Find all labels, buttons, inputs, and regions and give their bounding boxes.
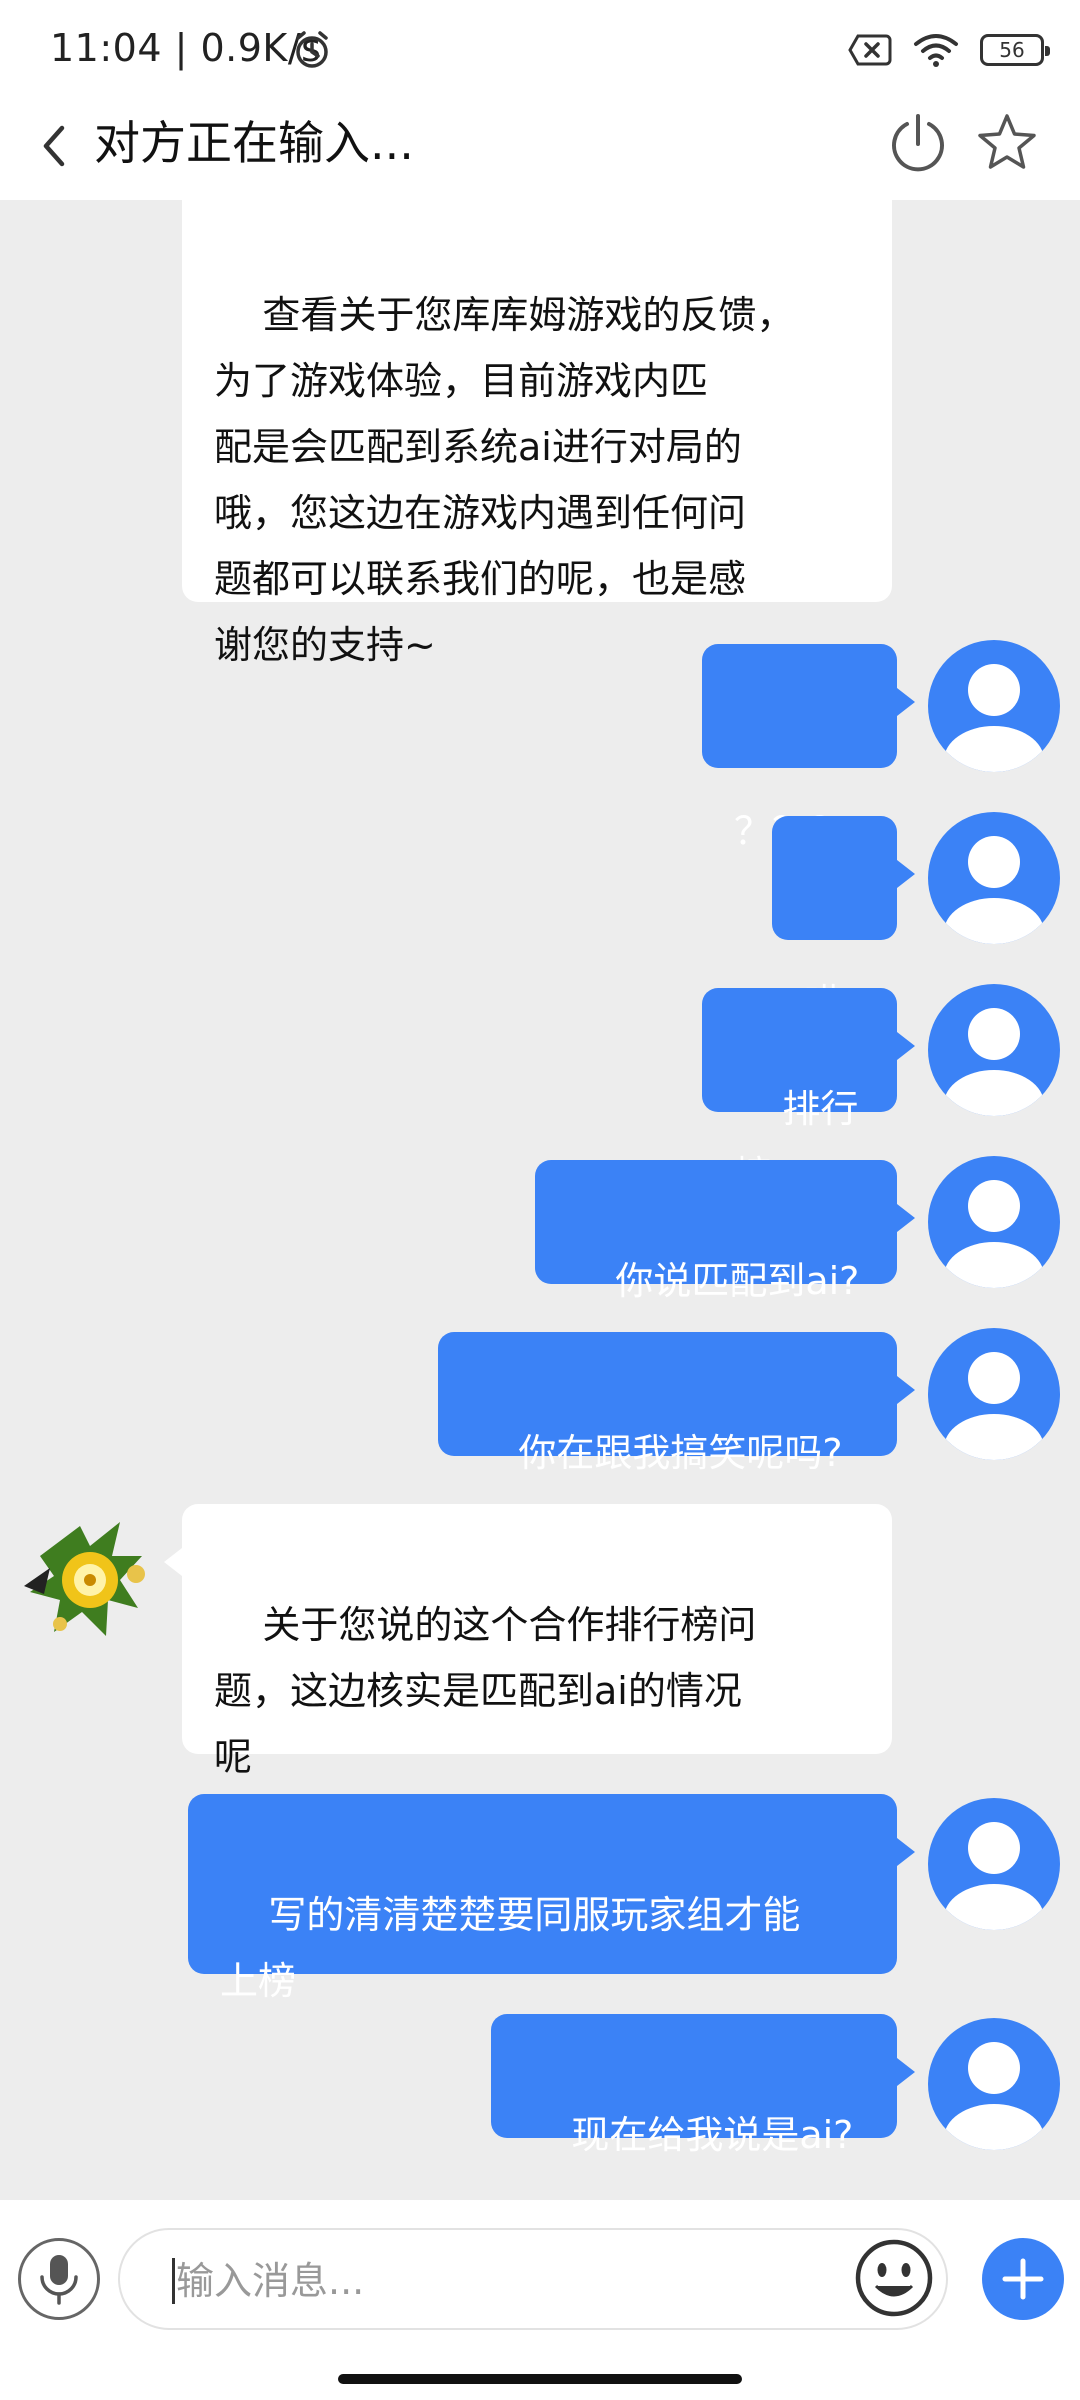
voice-input-button[interactable] [18, 2238, 100, 2320]
avatar[interactable] [928, 640, 1060, 772]
alarm-icon [296, 31, 328, 68]
status-bar: 11:04 | 0.9K/s 56 [0, 0, 1080, 90]
power-icon[interactable] [885, 110, 951, 176]
user-avatar-icon [944, 1352, 1044, 1460]
avatar[interactable] [928, 1156, 1060, 1288]
user-avatar-icon [944, 1008, 1044, 1116]
outgoing-message-bubble: ？？？ [702, 644, 915, 853]
wifi-icon [914, 34, 958, 67]
incoming-message-bubble: 查看关于您库库姆游戏的反馈， 为了游戏体验，目前游戏内匹 配是会匹配到系统ai进… [182, 200, 892, 667]
chat-header: 对方正在输入... [0, 90, 1080, 200]
status-time: 11:04 | 0.9K/s [50, 26, 322, 70]
message-input[interactable]: 输入消息... [118, 2228, 948, 2330]
avatar[interactable] [928, 2018, 1060, 2150]
microphone-icon [40, 2255, 78, 2305]
status-icons: 56 [848, 30, 1050, 70]
avatar[interactable] [20, 1516, 152, 1648]
back-icon[interactable] [34, 114, 74, 178]
outgoing-message-bubble: 哎 [772, 816, 915, 1025]
message-text: 你在跟我搞笑呢吗? [518, 1431, 843, 1475]
add-button[interactable] [982, 2238, 1064, 2320]
message-text: 写的清清楚楚要同服玩家组才能 上榜 [220, 1893, 801, 2003]
user-avatar-icon [944, 2042, 1044, 2150]
message-input-placeholder: 输入消息... [176, 2259, 365, 2303]
avatar[interactable] [928, 1328, 1060, 1460]
battery-indicator: 56 [980, 34, 1050, 66]
message-text: 关于您说的这个合作排行榜问 题，这边核实是匹配到ai的情况 呢 [214, 1603, 757, 1779]
avatar[interactable] [928, 984, 1060, 1116]
outgoing-message-bubble: 写的清清楚楚要同服玩家组才能 上榜 [188, 1794, 915, 2003]
incoming-message-bubble: 关于您说的这个合作排行榜问 题，这边核实是匹配到ai的情况 呢 [164, 1504, 892, 1779]
text-cursor [172, 2258, 175, 2304]
message-text: 现在给我说是ai? [571, 2113, 854, 2157]
sim-icon [848, 34, 892, 66]
outgoing-message-bubble: 你说匹配到ai? [535, 1160, 915, 1303]
user-avatar-icon [944, 836, 1044, 944]
home-indicator[interactable] [338, 2374, 742, 2384]
message-text: 查看关于您库库姆游戏的反馈， 为了游戏体验，目前游戏内匹 配是会匹配到系统ai进… [214, 293, 795, 667]
chat-message-list[interactable]: 查看关于您库库姆游戏的反馈， 为了游戏体验，目前游戏内匹 配是会匹配到系统ai进… [0, 200, 1080, 2200]
page-title: 对方正在输入... [94, 116, 414, 170]
plus-icon [1002, 2258, 1044, 2300]
user-avatar-icon [944, 664, 1044, 772]
user-avatar-icon [944, 1822, 1044, 1930]
emoji-icon[interactable] [852, 2236, 936, 2320]
avatar[interactable] [928, 812, 1060, 944]
star-icon[interactable] [974, 110, 1040, 176]
agent-avatar-icon [24, 1522, 145, 1636]
message-text: 你说匹配到ai? [615, 1259, 860, 1303]
outgoing-message-bubble: 你在跟我搞笑呢吗? [438, 1332, 915, 1475]
user-avatar-icon [944, 1180, 1044, 1288]
outgoing-message-bubble: 排行榜 [702, 988, 915, 1197]
avatar[interactable] [928, 1798, 1060, 1930]
outgoing-message-bubble: 现在给我说是ai? [491, 2014, 915, 2157]
message-input-bar: 输入消息... [0, 2200, 1080, 2400]
